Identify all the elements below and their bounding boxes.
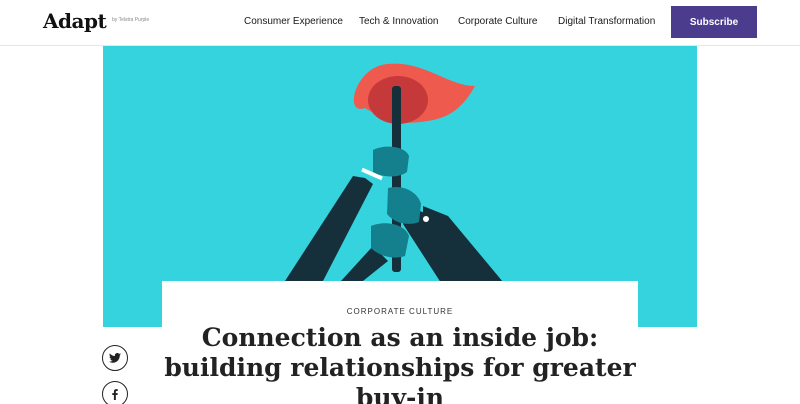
nav-item-corporate-culture[interactable]: Corporate Culture	[458, 16, 537, 27]
article-card: CORPORATE CULTURE Connection as an insid…	[162, 281, 638, 404]
site-logo[interactable]: Adapt	[43, 9, 107, 33]
hand-middle	[387, 186, 421, 224]
twitter-icon	[109, 353, 121, 363]
article-category[interactable]: CORPORATE CULTURE	[162, 307, 638, 316]
subscribe-button[interactable]: Subscribe	[671, 6, 757, 38]
hand-top	[373, 146, 409, 177]
article-title: Connection as an inside job: building re…	[164, 323, 636, 404]
facebook-icon	[112, 388, 118, 400]
hand-bottom	[371, 223, 409, 258]
share-twitter-button[interactable]	[102, 345, 128, 371]
nav-item-tech-innovation[interactable]: Tech & Innovation	[359, 16, 439, 27]
nav-item-consumer-experience[interactable]: Consumer Experience	[244, 16, 343, 27]
logo-tagline: by Telstra Purple	[112, 17, 150, 23]
watch	[423, 216, 429, 222]
nav-item-digital-transformation[interactable]: Digital Transformation	[558, 16, 655, 27]
site-header: Adapt by Telstra Purple Consumer Experie…	[0, 0, 800, 46]
share-facebook-button[interactable]	[102, 381, 128, 404]
